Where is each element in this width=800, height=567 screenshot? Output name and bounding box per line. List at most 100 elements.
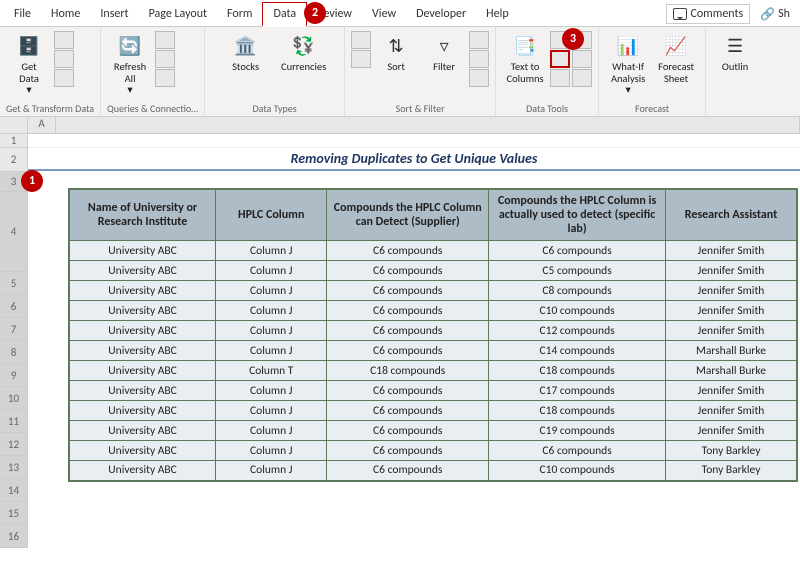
row-header-11[interactable]: 11: [0, 410, 28, 433]
table-cell[interactable]: C17 compounds: [489, 381, 666, 401]
tab-data[interactable]: Data: [262, 2, 307, 27]
col-header-a[interactable]: A: [28, 117, 56, 133]
table-cell[interactable]: University ABC: [69, 421, 216, 441]
comments-button[interactable]: Comments: [666, 4, 750, 24]
th-compounds-supplier[interactable]: Compounds the HPLC Column can Detect (Su…: [327, 189, 489, 241]
table-cell[interactable]: Jennifer Smith: [666, 321, 797, 341]
text-to-columns-button[interactable]: 📑 Text to Columns: [502, 31, 548, 86]
table-cell[interactable]: Column J: [216, 421, 327, 441]
table-cell[interactable]: C6 compounds: [327, 301, 489, 321]
table-cell[interactable]: University ABC: [69, 241, 216, 261]
table-cell[interactable]: C6 compounds: [327, 441, 489, 461]
table-cell[interactable]: C12 compounds: [489, 321, 666, 341]
table-cell[interactable]: Column J: [216, 461, 327, 481]
table-cell[interactable]: Jennifer Smith: [666, 381, 797, 401]
th-research-assistant[interactable]: Research Assistant: [666, 189, 797, 241]
table-cell[interactable]: University ABC: [69, 401, 216, 421]
table-cell[interactable]: C8 compounds: [489, 281, 666, 301]
table-cell[interactable]: C18 compounds: [489, 401, 666, 421]
data-model-button[interactable]: [572, 69, 592, 87]
get-data-button[interactable]: 🗄️ Get Data ▾: [6, 31, 52, 98]
table-cell[interactable]: Column J: [216, 281, 327, 301]
edit-links-button[interactable]: [155, 69, 175, 87]
table-cell[interactable]: C6 compounds: [327, 321, 489, 341]
table-cell[interactable]: C6 compounds: [327, 381, 489, 401]
table-cell[interactable]: University ABC: [69, 461, 216, 481]
th-compounds-lab[interactable]: Compounds the HPLC Column is actually us…: [489, 189, 666, 241]
row-header-8[interactable]: 8: [0, 341, 28, 364]
advanced-filter-button[interactable]: [469, 69, 489, 87]
tab-developer[interactable]: Developer: [406, 3, 476, 25]
table-cell[interactable]: University ABC: [69, 441, 216, 461]
queries-button[interactable]: [155, 31, 175, 49]
sort-button[interactable]: ⇅ Sort: [373, 31, 419, 75]
table-cell[interactable]: Jennifer Smith: [666, 401, 797, 421]
row-header-4[interactable]: 4: [0, 192, 28, 272]
tab-help[interactable]: Help: [476, 3, 519, 25]
share-button[interactable]: 🔗 Sh: [754, 5, 796, 24]
tab-insert[interactable]: Insert: [90, 3, 138, 25]
table-cell[interactable]: Jennifer Smith: [666, 241, 797, 261]
table-cell[interactable]: Column J: [216, 341, 327, 361]
sort-za-button[interactable]: [351, 50, 371, 68]
table-cell[interactable]: University ABC: [69, 341, 216, 361]
table-cell[interactable]: C6 compounds: [327, 241, 489, 261]
select-all-corner[interactable]: [0, 117, 28, 133]
row-header-10[interactable]: 10: [0, 387, 28, 410]
refresh-all-button[interactable]: 🔄 Refresh All ▾: [107, 31, 153, 98]
th-university[interactable]: Name of University or Research Institute: [69, 189, 216, 241]
row-header-1[interactable]: 1: [0, 134, 28, 148]
row-header-9[interactable]: 9: [0, 364, 28, 387]
properties-button[interactable]: [155, 50, 175, 68]
table-cell[interactable]: Jennifer Smith: [666, 301, 797, 321]
from-web-button[interactable]: [54, 50, 74, 68]
remove-duplicates-button[interactable]: [550, 50, 570, 68]
table-cell[interactable]: Column J: [216, 261, 327, 281]
row-header-14[interactable]: 14: [0, 479, 28, 502]
table-cell[interactable]: C6 compounds: [327, 461, 489, 481]
table-cell[interactable]: University ABC: [69, 261, 216, 281]
table-cell[interactable]: C6 compounds: [327, 401, 489, 421]
tab-formulas[interactable]: Form: [217, 3, 262, 25]
row-header-13[interactable]: 13: [0, 456, 28, 479]
row-header-16[interactable]: 16: [0, 525, 28, 548]
tab-home[interactable]: Home: [41, 3, 90, 25]
relationships-button[interactable]: [572, 50, 592, 68]
tab-page-layout[interactable]: Page Layout: [139, 3, 217, 25]
table-cell[interactable]: Column J: [216, 441, 327, 461]
table-cell[interactable]: C5 compounds: [489, 261, 666, 281]
table-cell[interactable]: University ABC: [69, 361, 216, 381]
table-cell[interactable]: Column T: [216, 361, 327, 381]
table-cell[interactable]: C10 compounds: [489, 461, 666, 481]
table-cell[interactable]: University ABC: [69, 281, 216, 301]
row-header-5[interactable]: 5: [0, 272, 28, 295]
clear-filter-button[interactable]: [469, 31, 489, 49]
table-cell[interactable]: Column J: [216, 381, 327, 401]
table-cell[interactable]: University ABC: [69, 381, 216, 401]
reapply-button[interactable]: [469, 50, 489, 68]
table-cell[interactable]: C14 compounds: [489, 341, 666, 361]
row-header-2[interactable]: 2: [0, 148, 28, 172]
row-header-15[interactable]: 15: [0, 502, 28, 525]
outline-button[interactable]: ☰ Outlin: [712, 31, 758, 75]
th-hplc-column[interactable]: HPLC Column: [216, 189, 327, 241]
stocks-button[interactable]: 🏛️ Stocks: [223, 31, 269, 75]
from-text-button[interactable]: [54, 31, 74, 49]
table-cell[interactable]: Column J: [216, 241, 327, 261]
row-header-7[interactable]: 7: [0, 318, 28, 341]
table-cell[interactable]: C10 compounds: [489, 301, 666, 321]
table-cell[interactable]: Marshall Burke: [666, 361, 797, 381]
row-header-6[interactable]: 6: [0, 295, 28, 318]
row-header-12[interactable]: 12: [0, 433, 28, 456]
from-table-button[interactable]: [54, 69, 74, 87]
filter-button[interactable]: ▿ Filter: [421, 31, 467, 75]
table-cell[interactable]: C6 compounds: [327, 281, 489, 301]
table-cell[interactable]: C6 compounds: [489, 241, 666, 261]
table-cell[interactable]: C6 compounds: [489, 441, 666, 461]
col-headers-rest[interactable]: [56, 117, 800, 133]
forecast-sheet-button[interactable]: 📈 Forecast Sheet: [653, 31, 699, 86]
table-cell[interactable]: C6 compounds: [327, 261, 489, 281]
table-cell[interactable]: Column J: [216, 301, 327, 321]
tab-view[interactable]: View: [362, 3, 406, 25]
table-cell[interactable]: Jennifer Smith: [666, 281, 797, 301]
